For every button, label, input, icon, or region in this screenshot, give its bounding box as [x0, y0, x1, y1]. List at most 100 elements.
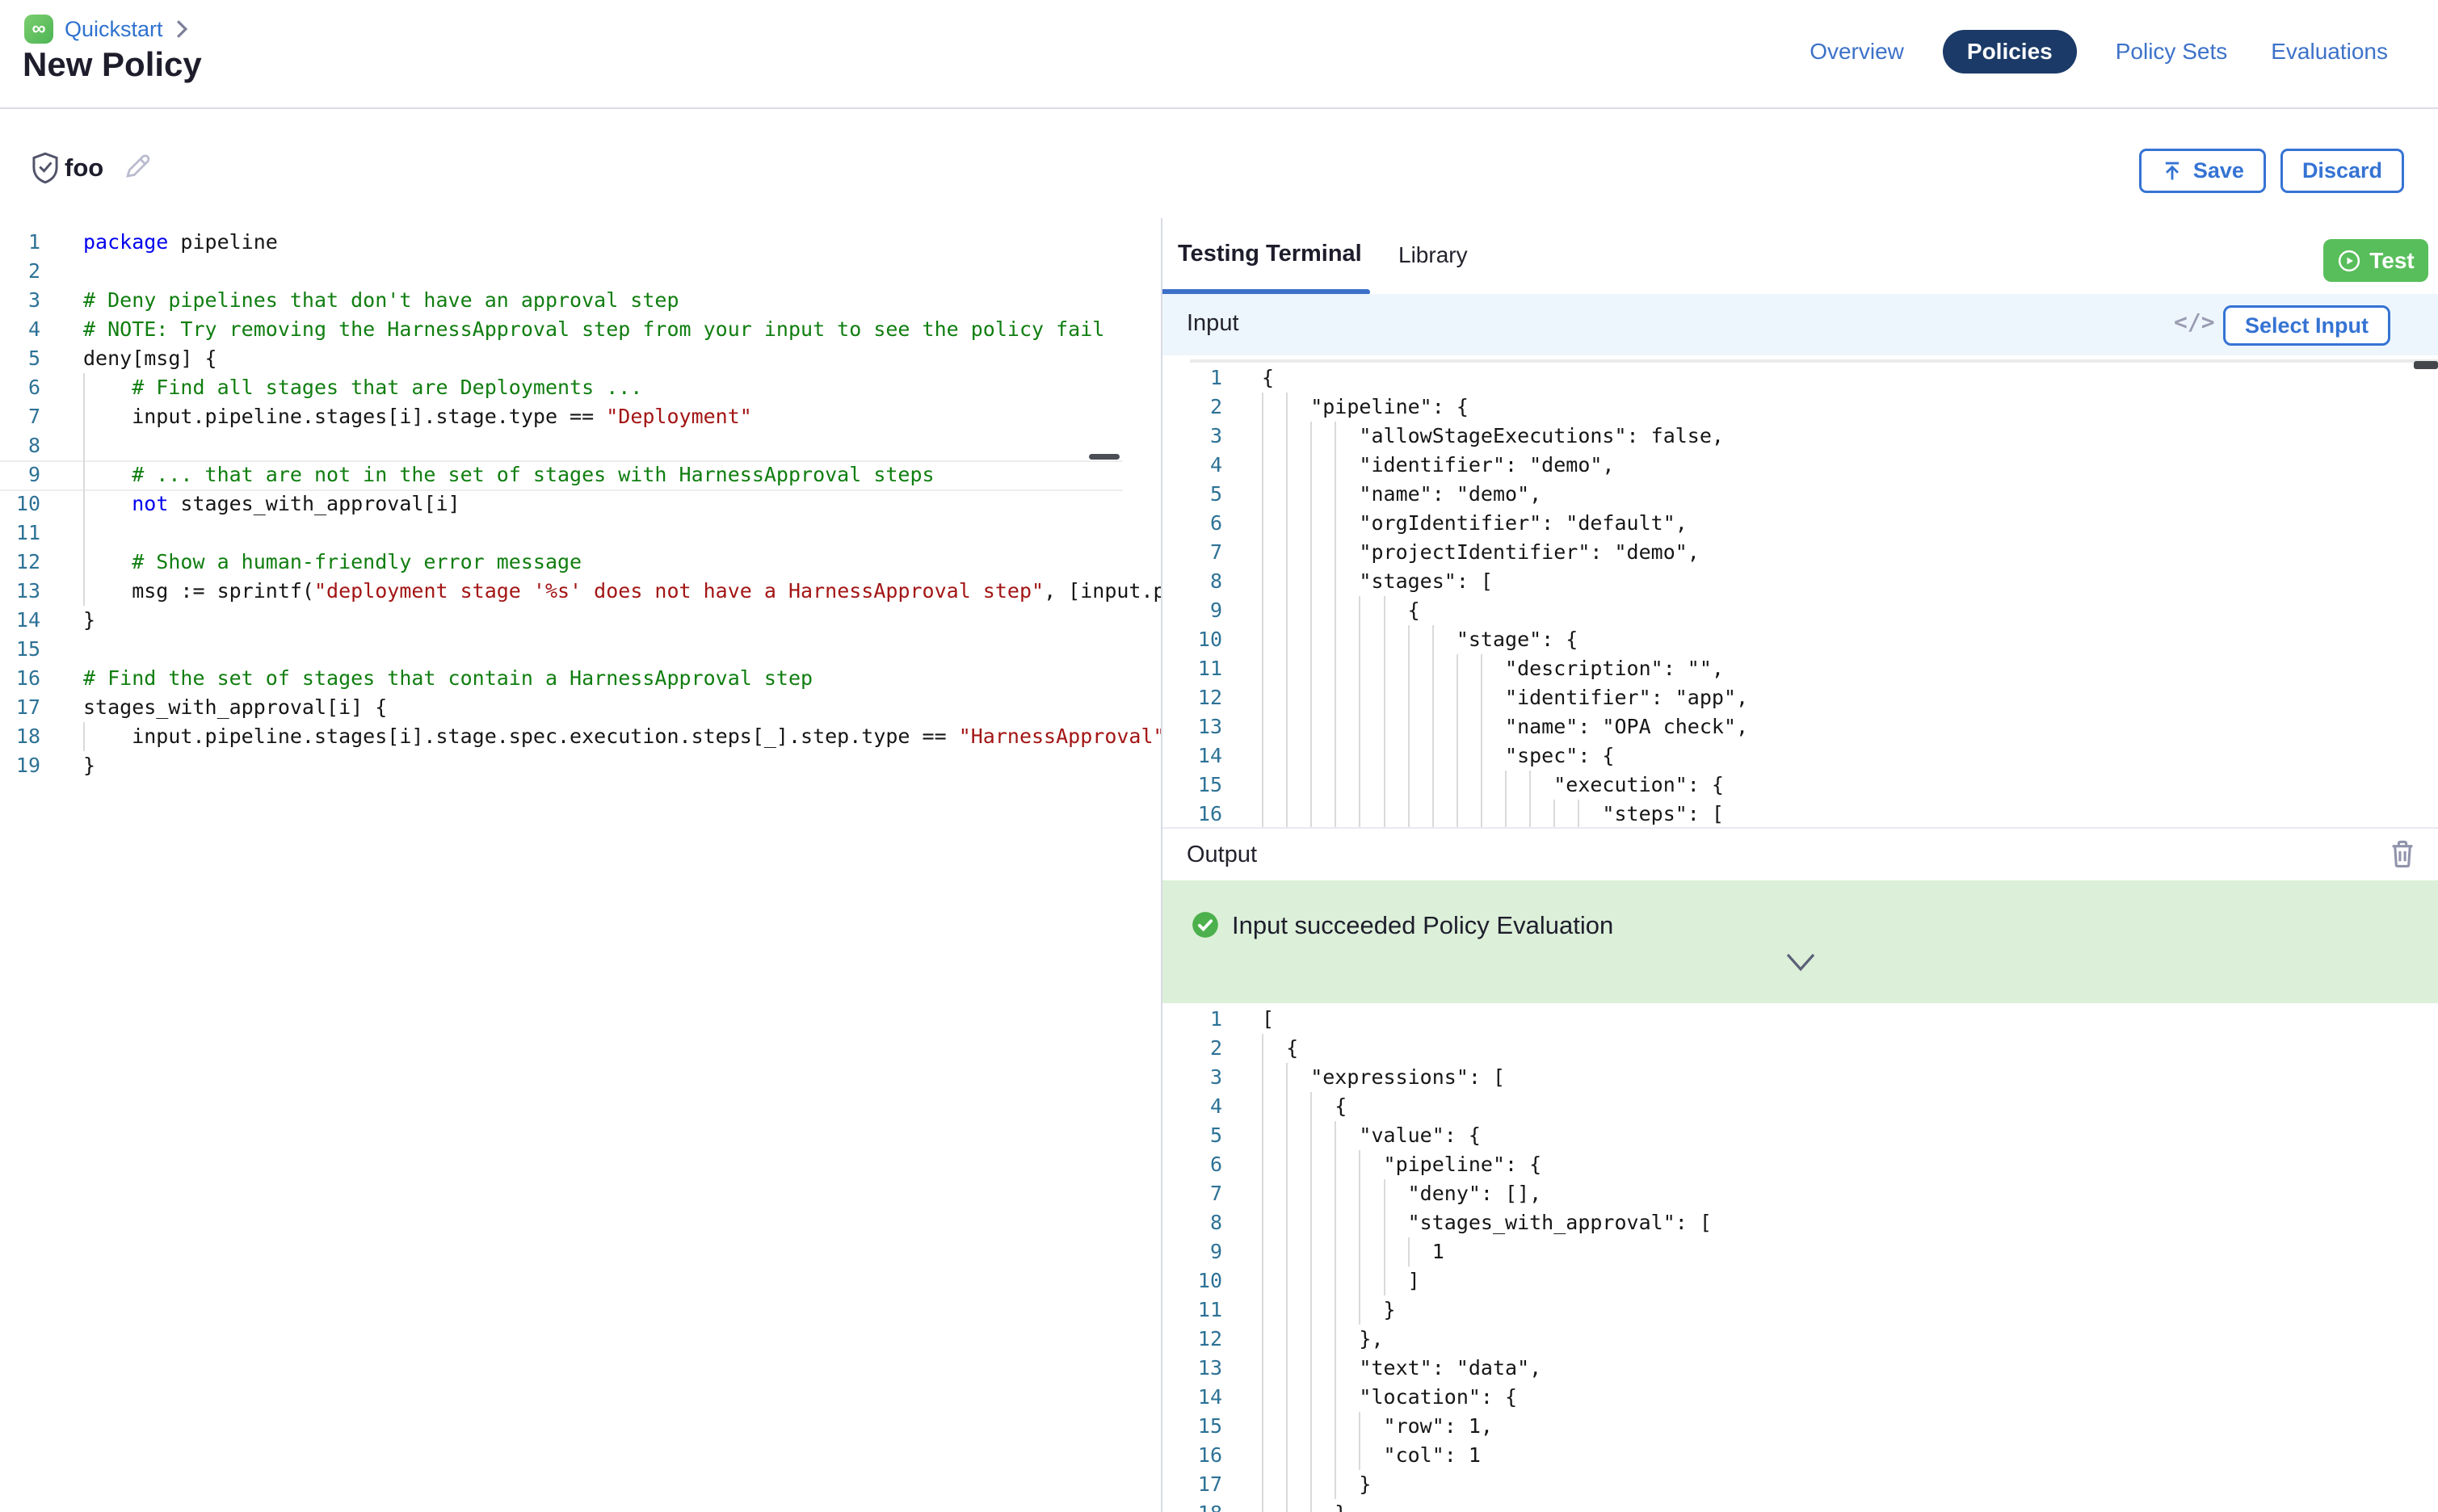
input-json-editor[interactable]: 1{2 "pipeline": {3 "allowStageExecutions… [1162, 355, 2438, 827]
code-line[interactable]: ] [1262, 1266, 1420, 1296]
nav-tab-policy-sets[interactable]: Policy Sets [2111, 31, 2233, 73]
edit-policy-name-icon[interactable] [123, 152, 152, 185]
code-line[interactable]: "stage": { [1262, 625, 1578, 654]
code-line[interactable]: "name": "OPA check", [1262, 712, 1748, 741]
expand-chevron-down-icon[interactable] [1784, 951, 1818, 978]
code-line[interactable]: # Find all stages that are Deployments .… [83, 373, 642, 402]
code-line[interactable]: # Deny pipelines that don't have an appr… [83, 286, 679, 315]
code-line[interactable]: "text": "data", [1262, 1354, 1541, 1383]
code-line[interactable]: "name": "demo", [1262, 480, 1541, 509]
save-button-label: Save [2193, 158, 2244, 183]
code-line[interactable]: } [1262, 1470, 1371, 1499]
code-line[interactable]: "steps": [ [1262, 800, 1724, 827]
code-line[interactable]: "stages": [ [1262, 567, 1493, 596]
code-line[interactable]: "allowStageExecutions": false, [1262, 422, 1724, 451]
line-number: 19 [0, 751, 40, 780]
line-number: 14 [1162, 741, 1222, 771]
line-number: 6 [1162, 509, 1222, 538]
line-number: 12 [1162, 1325, 1222, 1354]
line-number: 4 [0, 315, 40, 344]
check-circle-icon [1190, 909, 1221, 944]
code-line[interactable]: deny[msg] { [83, 344, 217, 373]
tab-library[interactable]: Library [1398, 242, 1468, 268]
testing-tabs-row: Testing Terminal Library Test [1162, 218, 2438, 294]
clear-output-button[interactable] [2389, 838, 2416, 872]
breadcrumb-link-quickstart[interactable]: Quickstart [65, 17, 163, 42]
line-number: 3 [1162, 1063, 1222, 1092]
line-number: 11 [1162, 654, 1222, 683]
save-button[interactable]: Save [2139, 149, 2266, 193]
line-number: 5 [1162, 1121, 1222, 1150]
line-number: 8 [1162, 567, 1222, 596]
code-line[interactable]: { [1262, 363, 1274, 393]
line-number: 11 [1162, 1296, 1222, 1325]
line-number: 4 [1162, 1092, 1222, 1121]
code-line[interactable]: } [1262, 1296, 1396, 1325]
test-button[interactable]: Test [2323, 239, 2428, 282]
code-line[interactable]: not stages_with_approval[i] [83, 489, 460, 519]
code-line[interactable]: "value": { [1262, 1121, 1481, 1150]
editor-scrollbar-thumb[interactable] [1089, 454, 1120, 460]
select-input-button[interactable]: Select Input [2223, 305, 2390, 346]
code-line[interactable]: "col": 1 [1262, 1441, 1481, 1470]
line-number: 14 [1162, 1383, 1222, 1412]
tab-testing-terminal[interactable]: Testing Terminal [1178, 241, 1362, 267]
code-line[interactable]: "identifier": "app", [1262, 683, 1748, 712]
line-number: 8 [0, 431, 40, 460]
code-line[interactable]: "expressions": [ [1262, 1063, 1505, 1092]
nav-tab-evaluations[interactable]: Evaluations [2266, 31, 2393, 73]
code-line[interactable]: msg := sprintf("deployment stage '%s' do… [83, 577, 1161, 606]
input-editor-scrollbar[interactable] [1190, 359, 2438, 363]
line-number: 13 [1162, 712, 1222, 741]
code-line[interactable]: "spec": { [1262, 741, 1615, 771]
nav-tab-overview[interactable]: Overview [1805, 31, 1909, 73]
header-divider [0, 107, 2438, 109]
code-line[interactable]: "deny": [], [1262, 1179, 1541, 1208]
code-line[interactable]: stages_with_approval[i] { [83, 693, 387, 722]
evaluation-status-text: Input succeeded Policy Evaluation [1232, 911, 1613, 940]
line-number: 4 [1162, 451, 1222, 480]
code-line[interactable]: "identifier": "demo", [1262, 451, 1615, 480]
code-line[interactable]: package pipeline [83, 228, 278, 257]
code-line[interactable]: "execution": { [1262, 771, 1724, 800]
code-line[interactable]: { [1262, 1092, 1347, 1121]
code-line[interactable]: "projectIdentifier": "demo", [1262, 538, 1700, 567]
code-line[interactable]: # ... that are not in the set of stages … [83, 460, 935, 489]
code-line[interactable]: [ [1262, 1005, 1274, 1034]
code-line[interactable]: "stages_with_approval": [ [1262, 1208, 1712, 1237]
line-number: 14 [0, 606, 40, 635]
line-number: 17 [1162, 1470, 1222, 1499]
code-line[interactable]: }, [1262, 1325, 1384, 1354]
code-line[interactable]: "orgIdentifier": "default", [1262, 509, 1688, 538]
line-number: 16 [1162, 1441, 1222, 1470]
code-line[interactable]: # NOTE: Try removing the HarnessApproval… [83, 315, 1104, 344]
code-line[interactable]: "pipeline": { [1262, 393, 1469, 422]
code-line[interactable]: } [83, 751, 95, 780]
page-title: New Policy [23, 45, 202, 84]
code-line[interactable]: { [1262, 596, 1420, 625]
code-line[interactable]: { [1262, 1034, 1298, 1063]
code-line[interactable]: # Show a human-friendly error message [83, 548, 582, 577]
code-line[interactable]: "location": { [1262, 1383, 1517, 1412]
breadcrumb: ∞ Quickstart [24, 15, 189, 44]
code-line[interactable]: input.pipeline.stages[i].stage.spec.exec… [83, 722, 1161, 751]
output-json-editor[interactable]: 1[2 {3 "expressions": [4 {5 "value": {6 … [1162, 1003, 2438, 1512]
code-line[interactable]: } [83, 606, 95, 635]
code-line[interactable]: input.pipeline.stages[i].stage.type == "… [83, 402, 752, 431]
code-line[interactable]: 1 [1262, 1237, 1444, 1266]
input-editor-scrollbar-thumb[interactable] [2414, 361, 2438, 369]
code-line[interactable]: "row": 1, [1262, 1412, 1493, 1441]
code-brackets-icon[interactable]: </> [2174, 309, 2215, 335]
discard-button[interactable]: Discard [2280, 149, 2404, 193]
line-number: 16 [0, 664, 40, 693]
policy-code-editor[interactable]: 1package pipeline23# Deny pipelines that… [0, 218, 1161, 1512]
line-number: 15 [1162, 1412, 1222, 1441]
code-line[interactable]: # Find the set of stages that contain a … [83, 664, 813, 693]
upload-arrow-icon [2161, 160, 2184, 183]
line-number: 2 [1162, 393, 1222, 422]
nav-tab-policies[interactable]: Policies [1943, 30, 2077, 74]
code-line[interactable]: "pipeline": { [1262, 1150, 1541, 1179]
harness-new-policy-page: ∞ Quickstart New Policy Overview Policies… [0, 0, 2438, 1512]
code-line[interactable]: "description": "", [1262, 654, 1724, 683]
code-line[interactable]: } [1262, 1499, 1347, 1512]
